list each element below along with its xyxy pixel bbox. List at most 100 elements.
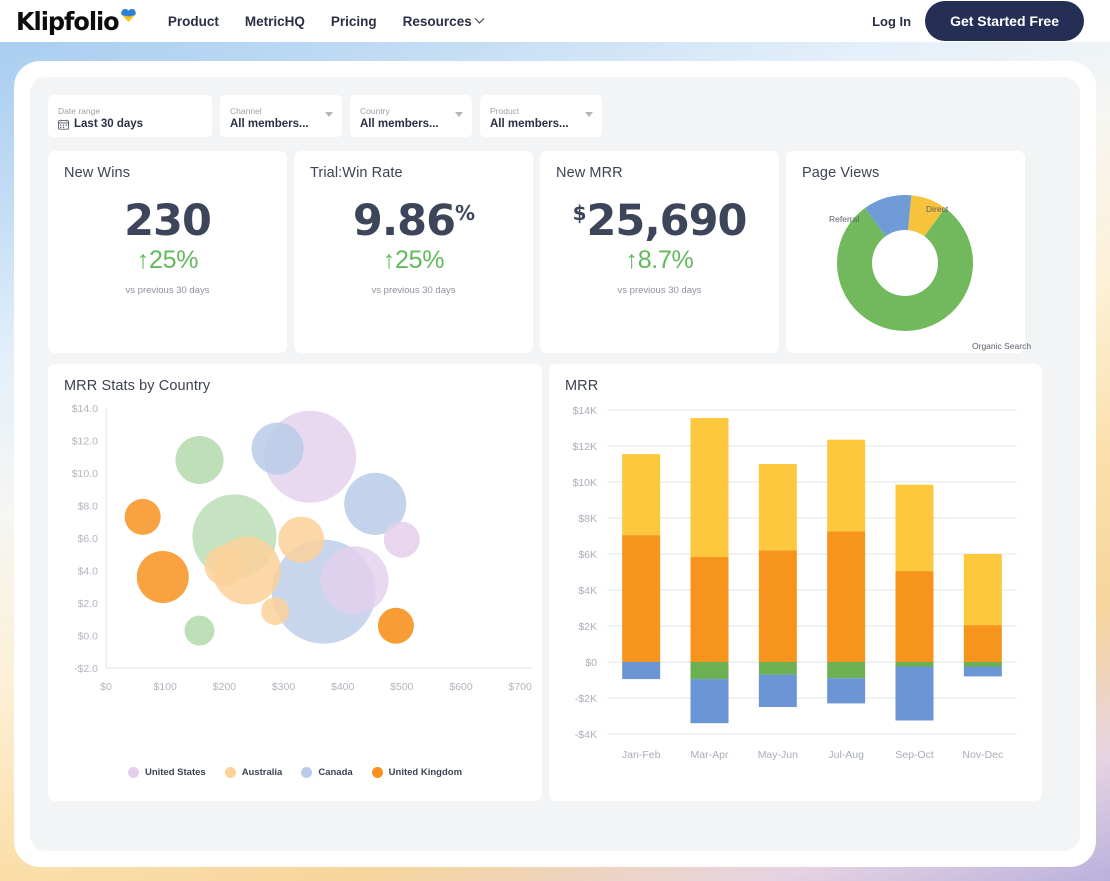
chevron-down-icon[interactable] <box>325 112 333 117</box>
bar-y-tick: $0 <box>585 657 597 669</box>
bubble-point[interactable] <box>378 608 414 644</box>
kpi-card-new-wins-subtext: vs previous 30 days <box>48 285 287 296</box>
bar-x-tick: Sep-Oct <box>895 749 934 761</box>
kpi-card-new-mrr-value-row: $ 25,690 <box>573 199 747 244</box>
bubble-point[interactable] <box>252 423 304 475</box>
kpi-card-new-wins-body: 230 ↑25% vs previous 30 days <box>48 199 287 296</box>
bar-segment[interactable] <box>759 550 797 662</box>
mrr-stats-by-country-card[interactable]: MRR Stats by Country $14.0$12.0$10.0$8.0… <box>48 364 542 801</box>
filter-country-value: All members... <box>360 118 439 131</box>
bar-segment[interactable] <box>896 662 934 667</box>
chevron-down-icon <box>474 13 484 23</box>
bar-segment[interactable] <box>964 662 1002 667</box>
kpi-row: New Wins 230 ↑25% vs previous 30 days Tr… <box>48 151 1062 353</box>
kpi-card-new-mrr[interactable]: New MRR $ 25,690 ↑8.7% vs previous 30 da… <box>540 151 779 353</box>
klipfolio-logo[interactable]: Klipfolio <box>16 9 136 34</box>
login-link[interactable]: Log In <box>872 14 911 29</box>
bar-segment[interactable] <box>964 554 1002 625</box>
bubble-y-tick: $14.0 <box>72 403 98 415</box>
bar-segment[interactable] <box>691 557 729 662</box>
chevron-down-icon[interactable] <box>455 112 463 117</box>
legend-dot-canada <box>301 767 312 778</box>
bubble-point[interactable] <box>384 522 420 558</box>
nav-item-pricing-label: Pricing <box>331 14 377 29</box>
kpi-card-new-mrr-delta: ↑8.7% <box>540 246 779 275</box>
bar-segment[interactable] <box>759 464 797 550</box>
bubble-point[interactable] <box>204 546 244 586</box>
bubble-x-tick: $0 <box>100 681 112 693</box>
bar-y-tick: -$4K <box>575 729 597 741</box>
bar-segment[interactable] <box>759 662 797 675</box>
bar-segment[interactable] <box>964 667 1002 677</box>
filter-product-label: Product <box>490 107 592 116</box>
page-root: Klipfolio Product MetricHQ Pricing Resou… <box>0 0 1110 881</box>
bubble-point[interactable] <box>278 517 324 563</box>
bubble-point[interactable] <box>125 499 161 535</box>
bar-segment[interactable] <box>691 662 729 679</box>
bubble-x-tick: $100 <box>153 681 177 693</box>
kpi-card-new-mrr-value: 25,690 <box>586 199 746 244</box>
nav-right-actions: Log In Get Started Free <box>872 1 1084 41</box>
kpi-card-new-wins[interactable]: New Wins 230 ↑25% vs previous 30 days <box>48 151 287 353</box>
nav-item-metrichq[interactable]: MetricHQ <box>245 14 305 29</box>
filter-country-label: Country <box>360 107 462 116</box>
mrr-stats-by-country-title: MRR Stats by Country <box>64 378 526 394</box>
legend-item-united-states[interactable]: United States <box>128 767 206 778</box>
filter-channel[interactable]: Channel All members... <box>220 95 342 137</box>
kpi-card-trial-win-rate[interactable]: Trial:Win Rate 9.86 % ↑25% vs previous 3… <box>294 151 533 353</box>
bubble-y-tick: $8.0 <box>78 501 99 513</box>
nav-item-resources[interactable]: Resources <box>403 14 483 29</box>
bar-segment[interactable] <box>964 625 1002 662</box>
bar-segment[interactable] <box>622 662 660 679</box>
bar-segment[interactable] <box>896 667 934 721</box>
bar-segment[interactable] <box>759 675 797 707</box>
legend-item-australia[interactable]: Australia <box>225 767 283 778</box>
bar-segment[interactable] <box>691 418 729 557</box>
mrr-card[interactable]: MRR $14K$12K$10K$8K$6K$4K$2K$0-$2K-$4KJa… <box>549 364 1042 801</box>
legend-item-canada[interactable]: Canada <box>301 767 352 778</box>
bar-segment[interactable] <box>827 662 865 678</box>
bar-segment[interactable] <box>827 532 865 663</box>
kpi-card-new-wins-delta: ↑25% <box>48 246 287 275</box>
filter-country[interactable]: Country All members... <box>350 95 472 137</box>
bar-segment[interactable] <box>622 454 660 535</box>
bar-segment[interactable] <box>827 678 865 703</box>
donut-label-direct: Direct <box>926 204 948 214</box>
mrr-bar-chart-svg: $14K$12K$10K$8K$6K$4K$2K$0-$2K-$4KJan-Fe… <box>551 398 1029 778</box>
nav-item-metrichq-label: MetricHQ <box>245 14 305 29</box>
donut-label-organic-search: Organic Search <box>972 341 1031 351</box>
bar-segment[interactable] <box>896 571 934 662</box>
bar-y-tick: -$2K <box>575 693 597 705</box>
bar-segment[interactable] <box>691 679 729 723</box>
bubble-x-tick: $700 <box>508 681 532 693</box>
legend-label-australia: Australia <box>242 767 283 778</box>
kpi-card-trial-win-rate-title: Trial:Win Rate <box>310 165 517 181</box>
legend-item-united-kingdom[interactable]: United Kingdom <box>372 767 462 778</box>
nav-item-resources-label: Resources <box>403 14 472 29</box>
bar-x-tick: Jan-Feb <box>622 749 661 761</box>
bubble-point[interactable] <box>261 597 289 625</box>
bar-segment[interactable] <box>622 535 660 662</box>
bar-segment[interactable] <box>896 485 934 571</box>
bubble-point[interactable] <box>137 551 189 603</box>
bubble-point[interactable] <box>184 616 214 646</box>
bubble-point[interactable] <box>175 436 223 484</box>
filter-date-range[interactable]: Date range Last <box>48 95 212 137</box>
bubble-x-tick: $400 <box>331 681 355 693</box>
bubble-point[interactable] <box>321 546 389 614</box>
kpi-card-trial-win-rate-suffix: % <box>455 203 474 224</box>
nav-item-pricing[interactable]: Pricing <box>331 14 377 29</box>
bubble-x-tick: $300 <box>272 681 296 693</box>
bubble-y-tick: $6.0 <box>78 533 99 545</box>
bar-segment[interactable] <box>827 440 865 532</box>
page-views-card[interactable]: Page Views Organic Search Direct Referra… <box>786 151 1025 353</box>
donut-svg <box>786 177 1025 353</box>
nav-item-product[interactable]: Product <box>168 14 219 29</box>
kpi-card-new-mrr-prefix: $ <box>573 203 587 224</box>
chevron-down-icon[interactable] <box>585 112 593 117</box>
get-started-free-button[interactable]: Get Started Free <box>925 1 1084 41</box>
charts-row: MRR Stats by Country $14.0$12.0$10.0$8.0… <box>48 364 1062 801</box>
bubble-y-tick: $4.0 <box>78 566 99 578</box>
filter-product[interactable]: Product All members... <box>480 95 602 137</box>
kpi-card-new-mrr-title: New MRR <box>556 165 763 181</box>
